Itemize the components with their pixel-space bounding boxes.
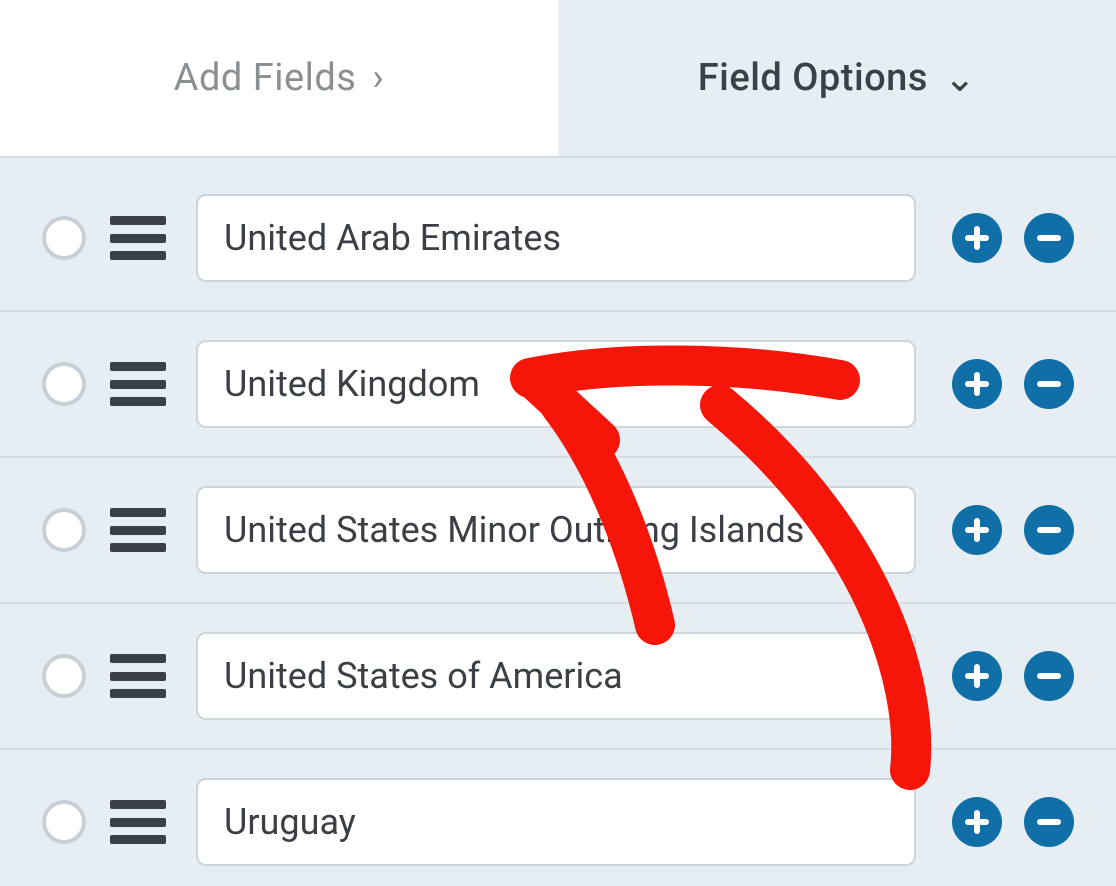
tab-field-options-label: Field Options xyxy=(698,56,928,100)
add-choice-button[interactable] xyxy=(952,797,1002,847)
choice-actions xyxy=(952,359,1074,409)
default-radio[interactable] xyxy=(42,508,86,552)
tab-add-fields-label: Add Fields xyxy=(174,56,357,100)
add-choice-button[interactable] xyxy=(952,651,1002,701)
choice-actions xyxy=(952,651,1074,701)
default-radio[interactable] xyxy=(42,362,86,406)
tab-bar: Add Fields › Field Options ⌄ xyxy=(0,0,1116,158)
remove-choice-button[interactable] xyxy=(1024,505,1074,555)
choice-actions xyxy=(952,797,1074,847)
add-choice-button[interactable] xyxy=(952,505,1002,555)
drag-handle-icon[interactable] xyxy=(110,508,166,552)
default-radio[interactable] xyxy=(42,654,86,698)
default-radio[interactable] xyxy=(42,800,86,844)
choice-row xyxy=(0,458,1116,604)
remove-choice-button[interactable] xyxy=(1024,359,1074,409)
choice-input[interactable] xyxy=(196,340,916,428)
choice-row xyxy=(0,604,1116,750)
choice-row xyxy=(0,312,1116,458)
choice-actions xyxy=(952,505,1074,555)
drag-handle-icon[interactable] xyxy=(110,362,166,406)
choice-input[interactable] xyxy=(196,486,916,574)
add-choice-button[interactable] xyxy=(952,359,1002,409)
default-radio[interactable] xyxy=(42,216,86,260)
drag-handle-icon[interactable] xyxy=(110,654,166,698)
choice-row xyxy=(0,750,1116,886)
drag-handle-icon[interactable] xyxy=(110,800,166,844)
remove-choice-button[interactable] xyxy=(1024,213,1074,263)
choice-input[interactable] xyxy=(196,632,916,720)
choice-actions xyxy=(952,213,1074,263)
drag-handle-icon[interactable] xyxy=(110,216,166,260)
tab-field-options[interactable]: Field Options ⌄ xyxy=(558,0,1116,156)
choice-input[interactable] xyxy=(196,194,916,282)
choices-list xyxy=(0,158,1116,886)
chevron-down-icon: ⌄ xyxy=(944,56,976,101)
remove-choice-button[interactable] xyxy=(1024,651,1074,701)
add-choice-button[interactable] xyxy=(952,213,1002,263)
choice-input[interactable] xyxy=(196,778,916,866)
choice-row xyxy=(0,158,1116,312)
tab-add-fields[interactable]: Add Fields › xyxy=(0,0,558,156)
remove-choice-button[interactable] xyxy=(1024,797,1074,847)
chevron-right-icon: › xyxy=(372,56,384,100)
